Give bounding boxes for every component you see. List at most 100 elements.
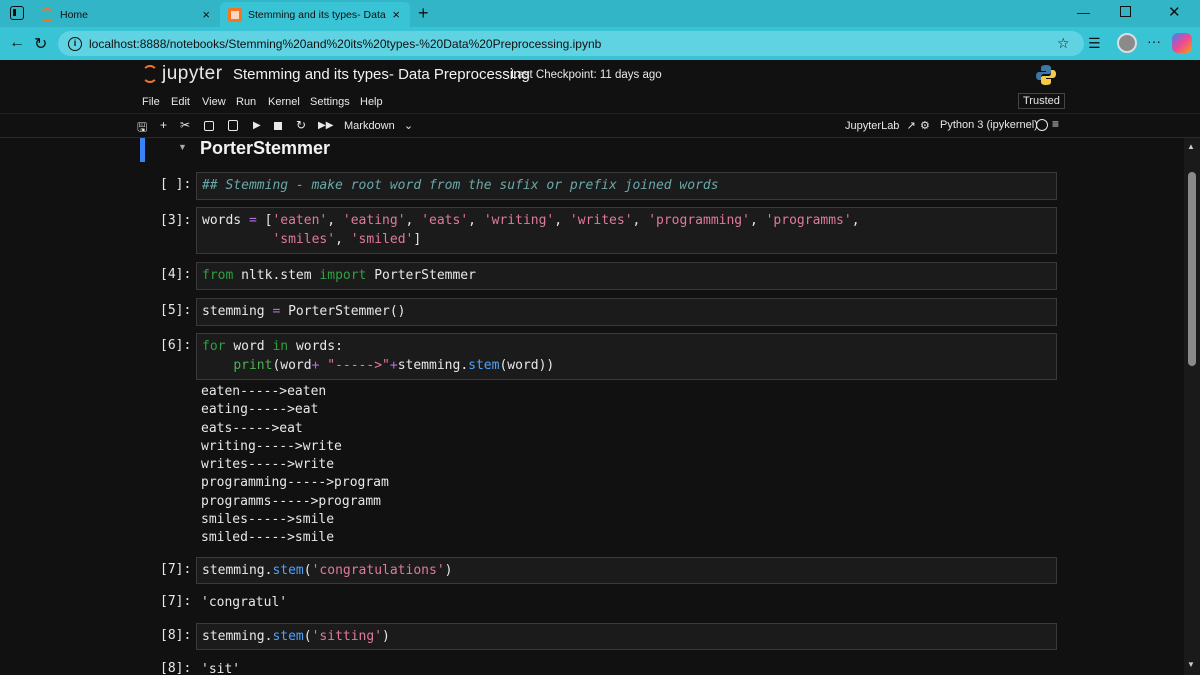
jupyterlab-link[interactable]: JupyterLab ↗ [845, 119, 916, 132]
close-icon[interactable]: × [202, 7, 210, 22]
code-token: PorterStemmer() [288, 304, 406, 319]
cell-output: eaten----->eaten eating----->eat eats---… [201, 383, 389, 548]
hamburger-menu-icon[interactable]: ≡ [1052, 117, 1059, 131]
new-tab-button[interactable]: + [418, 3, 429, 24]
cell-type-select[interactable]: Markdown ⌄ [344, 119, 413, 132]
menu-run[interactable]: Run [236, 96, 256, 108]
code-string: 'sitting' [311, 629, 383, 644]
tab-notebook[interactable]: Stemming and its types- Data Pre × [220, 2, 410, 27]
close-window-icon[interactable]: ✕ [1168, 3, 1181, 21]
menu-file[interactable]: File [142, 96, 160, 108]
chevron-down-icon: ⌄ [403, 120, 414, 132]
collapse-caret-icon[interactable]: ▼ [178, 142, 187, 152]
code-cell-editor[interactable]: for word in words: print(word+ "----->"+… [196, 333, 1057, 380]
jupyter-header: jupyter Stemming and its types- Data Pre… [0, 60, 1200, 90]
run-all-icon[interactable]: ▶▶ [318, 120, 333, 131]
kernel-status-idle-icon [1036, 119, 1048, 131]
external-link-icon: ↗ [906, 120, 916, 132]
save-icon[interactable]: 🖫 [137, 118, 147, 139]
copy-icon[interactable] [204, 121, 214, 131]
code-string: 'eating' [342, 213, 406, 228]
stop-kernel-icon[interactable] [274, 122, 282, 130]
code-method: stem [272, 629, 304, 644]
menu-bar: File Edit View Run Kernel Settings Help … [0, 90, 1200, 114]
scroll-up-icon[interactable]: ▲ [1187, 142, 1195, 151]
code-token: stemming. [397, 357, 469, 373]
menu-settings[interactable]: Settings [310, 96, 350, 108]
cell-type-value: Markdown [344, 120, 395, 132]
restart-kernel-icon[interactable]: ↻ [296, 118, 306, 132]
code-method: stem [468, 357, 500, 373]
url-input[interactable]: i localhost:8888/notebooks/Stemming%20an… [58, 31, 1084, 56]
notebook-title[interactable]: Stemming and its types- Data Preprocessi… [233, 66, 530, 83]
run-cell-icon[interactable]: ▶ [253, 120, 261, 131]
menu-help[interactable]: Help [360, 96, 383, 108]
trusted-badge[interactable]: Trusted [1018, 93, 1065, 109]
notebook-toolbar: 🖫 + ✂ ▶ ↻ ▶▶ Markdown ⌄ JupyterLab ↗ ⚙ P… [0, 114, 1200, 138]
code-cell-editor[interactable]: stemming.stem('sitting') [196, 623, 1057, 650]
scrollbar-thumb[interactable] [1188, 172, 1196, 366]
checkpoint-status: Last Checkpoint: 11 days ago [511, 69, 662, 81]
code-string: 'smiles' [272, 231, 336, 247]
notebook-area: ▼ PorterStemmer [ ]: ## Stemming - make … [0, 138, 1184, 675]
menu-view[interactable]: View [202, 96, 226, 108]
code-token: (word)) [499, 357, 555, 373]
cut-icon[interactable]: ✂ [180, 118, 190, 132]
cell-prompt: [7]: [160, 562, 192, 577]
add-cell-icon[interactable]: + [160, 118, 167, 132]
python-logo-icon [1036, 65, 1056, 85]
output-prompt: [8]: [160, 661, 192, 675]
code-token: = [241, 213, 265, 228]
refresh-icon[interactable]: ↻ [34, 34, 47, 54]
code-token: stemming. [202, 563, 273, 578]
menu-edit[interactable]: Edit [171, 96, 190, 108]
tab-label: Home [60, 8, 89, 21]
browser-tab-bar: Home × Stemming and its types- Data Pre … [0, 0, 1200, 27]
avatar[interactable] [1117, 33, 1137, 53]
code-string: 'writes' [569, 213, 633, 228]
code-cell-editor[interactable]: words = ['eaten', 'eating', 'eats', 'wri… [196, 207, 1057, 254]
cell-prompt: [4]: [160, 267, 192, 282]
code-keyword: from [202, 268, 234, 283]
tab-home[interactable]: Home × [34, 2, 220, 27]
code-token: word [233, 339, 265, 354]
minimize-icon[interactable]: — [1077, 5, 1090, 20]
jupyter-logo[interactable]: jupyter [142, 63, 223, 85]
info-icon[interactable]: i [68, 36, 82, 51]
more-options-icon[interactable]: ··· [1147, 33, 1161, 49]
code-keyword: for [202, 339, 226, 354]
output-line: eaten----->eaten [201, 384, 327, 399]
menu-kernel[interactable]: Kernel [268, 96, 300, 108]
code-cell-editor[interactable]: stemming.stem('congratulations') [196, 557, 1057, 584]
back-arrow-icon[interactable]: ← [9, 34, 25, 52]
markdown-heading[interactable]: PorterStemmer [200, 138, 330, 159]
favorites-list-icon[interactable]: ☰ [1088, 35, 1101, 52]
output-line: programming----->program [201, 475, 389, 491]
favorite-star-icon[interactable]: ☆ [1057, 35, 1070, 52]
cell-prompt: [8]: [160, 628, 192, 643]
maximize-icon[interactable] [1120, 6, 1131, 17]
url-text: localhost:8888/notebooks/Stemming%20and%… [89, 36, 602, 51]
code-token: stemming. [202, 629, 273, 644]
output-line: smiles----->smile [201, 512, 335, 528]
tab-actions-icon[interactable] [10, 6, 24, 20]
close-icon[interactable]: × [392, 7, 400, 22]
paste-icon[interactable] [228, 120, 238, 131]
code-cell-editor[interactable]: stemming = PorterStemmer() [196, 298, 1057, 326]
code-cell-editor[interactable]: from nltk.stem import PorterStemmer [196, 262, 1057, 290]
jupyterlab-link-label: JupyterLab [845, 120, 900, 132]
output-line: writes----->write [201, 457, 335, 473]
code-keyword: import [319, 268, 367, 283]
code-cell-editor[interactable]: ## Stemming - make root word from the su… [196, 172, 1057, 200]
kernel-name[interactable]: Python 3 (ipykernel) [940, 119, 1038, 131]
copilot-icon[interactable] [1172, 33, 1192, 53]
notebook-scrollbar[interactable]: ▲ ▼ [1184, 138, 1200, 675]
code-token: words: [295, 339, 343, 354]
code-token: + [389, 357, 398, 373]
output-line: programms----->programm [201, 493, 382, 509]
output-line: eats----->eat [201, 420, 303, 436]
code-comment: ## Stemming - make root word from the su… [202, 178, 719, 193]
scroll-down-icon[interactable]: ▼ [1187, 660, 1195, 669]
kernel-settings-gear-icon[interactable]: ⚙ [920, 119, 930, 132]
output-prompt: [7]: [160, 594, 192, 609]
